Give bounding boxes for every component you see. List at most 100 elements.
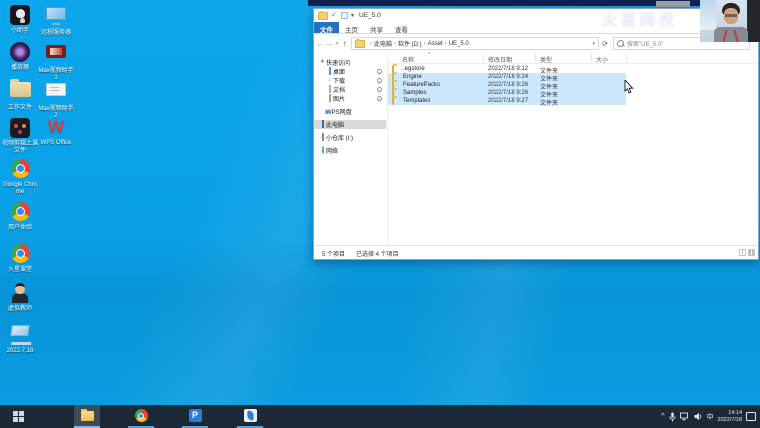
sidebar-item-drive-i[interactable]: 小仓库 (I:) [314,133,386,142]
desktop-icon-chrome-profile-2[interactable]: 火星课堂 [2,243,38,274]
tab-home[interactable]: 主页 [339,22,364,33]
desktop-icon-chrome[interactable]: Google Chrome [2,158,38,195]
file-row-featurepacks[interactable]: FeaturePacks 2022/7/18 9:26 文件夹 [388,81,626,89]
column-divider[interactable] [626,54,627,62]
desktop-screen: 小助手 播放器 工作文件 视频剪辑上课文件 Google Chrome 用户体验… [0,0,760,428]
sidebar-item-label: 网络 [326,146,338,155]
title-bar[interactable]: ✓ ▾ UE_5.0 [314,9,758,22]
sidebar-item-desktop[interactable]: 桌面 [314,67,386,76]
refresh-button[interactable]: ⟳ [599,40,611,48]
quick-access-toolbar-icon[interactable] [341,12,348,19]
address-folder-icon [355,40,365,48]
show-hidden-icons-button[interactable]: ^ [661,413,664,420]
desktop-icon-player[interactable]: 播放器 [2,41,38,72]
sidebar-item-this-pc[interactable]: 此电脑 [314,120,386,129]
desktop-icon-wps[interactable]: W WPS Office [38,117,74,147]
clock[interactable]: 14:14 2022/7/18 [718,410,742,423]
column-header-date[interactable]: 修改日期 [488,55,512,64]
desktop-icon-work-folder[interactable]: 工作文件 [2,79,38,112]
search-icon [617,40,624,47]
breadcrumb-asset[interactable]: Asset [428,41,443,47]
tab-share[interactable]: 共享 [364,22,389,33]
file-row-samples[interactable]: Samples 2022/7/18 9:26 文件夹 [388,89,626,97]
desktop-icon-label: 播放器 [2,65,38,72]
file-list: ^ 名称 修改日期 类型 大小 .egstore 2022/7/18 9:12 … [387,53,758,248]
laptop-icon [10,325,30,336]
tab-view[interactable]: 查看 [389,22,414,33]
speaker-icon[interactable] [694,412,703,421]
column-divider[interactable] [591,54,592,62]
desktop-icon-teacher[interactable]: 虚拟教师 [2,282,38,313]
breadcrumb-ue50[interactable]: UE_5.0 [449,41,469,47]
sidebar-item-quick-access[interactable]: ★ 快速访问 [314,58,386,67]
qat-dropdown-icon[interactable]: ▾ [351,13,354,19]
search-input[interactable]: 搜索"UE_5.0" [627,39,663,48]
sidebar-item-label: 下载 [333,76,345,85]
quick-access-toolbar-icon[interactable]: ✓ [331,12,338,19]
sidebar-item-downloads[interactable]: ↓ 下载 [314,76,386,85]
desktop-icon-dated-file[interactable]: 2022.7.18 [2,321,38,355]
sidebar-item-label: 小仓库 (I:) [326,133,353,142]
file-row-templates[interactable]: Templates 2022/7/18 9:27 文件夹 [388,97,626,105]
column-headers: ^ 名称 修改日期 类型 大小 [388,53,758,64]
sidebar-item-wps-cloud[interactable]: WPS网盘 [314,107,386,116]
sidebar-item-label: 此电脑 [326,120,344,129]
drive-icon [322,133,324,141]
breadcrumb-drive-d[interactable]: 软件 (D:) [398,39,422,48]
network-icon[interactable] [680,412,690,421]
action-center-icon[interactable] [746,412,756,421]
navigation-pane: ★ 快速访问 桌面 ↓ 下载 文档 [314,53,386,248]
address-dropdown-icon[interactable]: ▾ [592,41,595,47]
taskbar: P ^ 中 14:14 2022/7/18 [0,405,760,428]
breadcrumb[interactable]: › 此电脑 › 软件 (D:) › Asset › UE_5.0 ▾ [351,37,599,50]
file-row-egstore[interactable]: .egstore 2022/7/18 9:12 文件夹 [388,65,626,73]
desktop-icon-max-helper-2[interactable]: Max视频助手2 [38,79,74,119]
desktop-icon-label: 2022.7.18 [2,348,38,355]
pictures-icon [329,94,331,102]
back-button[interactable]: ← [316,39,325,48]
astronaut-icon [10,5,30,25]
column-divider[interactable] [535,54,536,62]
breadcrumb-this-pc[interactable]: 此电脑 [374,39,392,48]
start-button[interactable] [5,405,31,428]
taskbar-app-feather[interactable] [237,405,263,428]
system-tray: ^ 中 14:14 2022/7/18 [661,405,760,428]
folder-icon [10,82,31,97]
sidebar-item-network[interactable]: 网络 [314,146,386,155]
desktop-icon-video-files[interactable]: 视频剪辑上课文件 [2,117,38,154]
chrome-icon [11,202,30,221]
address-bar: ← → ▾ ↑ › 此电脑 › 软件 (D:) › Asset › UE_5.0… [314,34,758,53]
up-button[interactable]: ↑ [340,39,349,48]
sidebar-item-pictures[interactable]: 图片 [314,94,386,103]
column-header-size[interactable]: 大小 [596,55,608,64]
ime-indicator[interactable]: 中 [707,412,714,422]
desktop-icon-max-helper-1[interactable]: Max视频助手1 [38,41,74,81]
tab-file[interactable]: 文件 [314,22,339,33]
red-card-app-icon [46,45,66,58]
large-icons-view-button[interactable] [748,249,755,256]
star-icon: ★ [319,59,326,66]
desktop-icon-chrome-profile-1[interactable]: 用户体验 [2,201,38,232]
pin-icon [377,69,382,74]
taskbar-chrome[interactable] [128,405,154,428]
ribbon-tabs: 文件 主页 共享 查看 [314,22,758,34]
taskbar-app-p[interactable]: P [182,405,208,428]
background-window-button [656,1,690,7]
desktop-icon-remote-server[interactable]: 远程服务器 [38,4,74,37]
microphone-icon[interactable] [669,412,676,422]
column-header-type[interactable]: 类型 [540,55,552,64]
details-view-button[interactable] [739,249,746,256]
desktop-icon-assistant[interactable]: 小助手 [2,4,38,35]
forward-button[interactable]: → [325,39,334,48]
sort-ascending-icon: ^ [428,52,430,58]
sidebar-item-label: 文档 [333,85,345,94]
webcam-person-body [714,27,748,42]
network-icon [322,146,324,154]
column-header-name[interactable]: 名称 [402,55,414,64]
file-explorer-window: ✓ ▾ UE_5.0 文件 主页 共享 查看 ← → ▾ ↑ › 此电脑 › 软… [313,8,759,260]
column-divider[interactable] [483,54,484,62]
taskbar-file-explorer[interactable] [74,405,100,428]
document-icon [329,85,331,93]
file-row-engine[interactable]: Engine 2022/7/18 9:24 文件夹 [388,73,626,81]
sidebar-item-documents[interactable]: 文档 [314,85,386,94]
